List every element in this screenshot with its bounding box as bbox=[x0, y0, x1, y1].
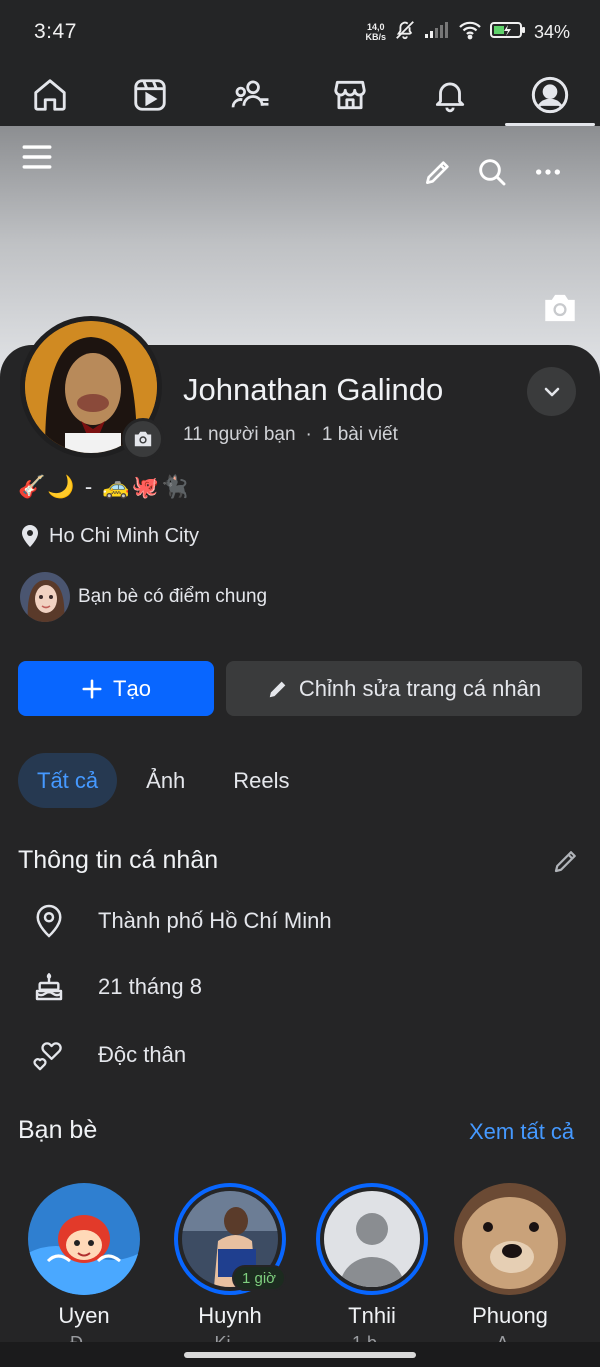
signal-icon bbox=[424, 21, 450, 44]
friend-card[interactable]: Tnhii 1 b... bbox=[316, 1183, 428, 1354]
create-button[interactable]: Tạo bbox=[18, 661, 214, 716]
plus-icon bbox=[82, 678, 102, 699]
about-row-location: Thành phố Hồ Chí Minh bbox=[30, 903, 332, 939]
tab-photos[interactable]: Ảnh bbox=[127, 753, 204, 808]
reels-icon bbox=[134, 79, 166, 111]
marketplace-icon bbox=[334, 80, 366, 110]
about-section-title: Thông tin cá nhân bbox=[18, 846, 219, 874]
create-button-label: Tạo bbox=[113, 675, 151, 701]
notifications-icon bbox=[435, 82, 465, 113]
hearts-icon bbox=[30, 1038, 68, 1072]
battery-icon bbox=[489, 21, 526, 44]
profile-stats: 11 người bạn · 1 bài viết bbox=[183, 424, 398, 446]
friend-avatar bbox=[28, 1183, 140, 1295]
more-options-icon[interactable] bbox=[532, 156, 564, 193]
tab-profile[interactable] bbox=[500, 64, 600, 126]
tab-home[interactable] bbox=[0, 64, 100, 126]
tab-friends[interactable] bbox=[200, 64, 300, 126]
profile-bio: 🎸🌙 - 🚕🐙🐈‍⬛ bbox=[18, 474, 191, 499]
location-row: Ho Chi Minh City bbox=[20, 524, 199, 548]
status-time: 3:47 bbox=[34, 20, 77, 43]
home-icon bbox=[34, 79, 66, 111]
posts-count[interactable]: 1 bài viết bbox=[322, 424, 398, 446]
wifi-icon bbox=[458, 20, 482, 45]
about-relationship-text: Độc thân bbox=[98, 1042, 187, 1067]
tab-notifications[interactable] bbox=[400, 64, 500, 126]
about-birthday-text: 21 tháng 8 bbox=[98, 974, 202, 999]
network-speed-value: 14,0 bbox=[366, 22, 385, 32]
stats-separator: · bbox=[305, 424, 312, 445]
search-icon[interactable] bbox=[476, 156, 508, 193]
friends-icon bbox=[231, 80, 269, 108]
status-icons: 14,0 KB/s 34% bbox=[365, 19, 570, 46]
friends-count[interactable]: 11 người bạn bbox=[183, 424, 296, 446]
friend-name: Huynh bbox=[198, 1303, 262, 1328]
pencil-icon bbox=[269, 681, 286, 697]
profile-name: Johnathan Galindo bbox=[183, 372, 444, 407]
mutual-friends-label: Bạn bè có điểm chung bbox=[78, 586, 268, 607]
chevron-down-icon bbox=[544, 387, 559, 396]
pencil-icon[interactable] bbox=[422, 156, 454, 193]
tab-reels-content[interactable]: Reels bbox=[214, 753, 308, 808]
camera-icon bbox=[134, 431, 152, 447]
about-location-text: Thành phố Hồ Chí Minh bbox=[98, 908, 332, 933]
friend-name: Phuong bbox=[472, 1303, 548, 1328]
friend-card[interactable]: Uyen Đ... bbox=[28, 1183, 140, 1354]
avatar-camera-button[interactable] bbox=[122, 418, 164, 460]
about-row-relationship: Độc thân bbox=[30, 1038, 186, 1072]
tab-reels[interactable] bbox=[100, 64, 200, 126]
menu-icon[interactable] bbox=[20, 140, 54, 179]
friend-card[interactable]: Phuong A... bbox=[454, 1183, 566, 1354]
edit-profile-label: Chỉnh sửa trang cá nhân bbox=[298, 675, 542, 701]
top-nav bbox=[0, 64, 600, 126]
friends-section-title: Bạn bè bbox=[18, 1116, 98, 1144]
default-avatar-icon bbox=[324, 1191, 420, 1287]
mutual-friends-row[interactable]: Bạn bè có điểm chung bbox=[20, 572, 267, 622]
friend-name: Uyen bbox=[58, 1303, 110, 1328]
profile-icon bbox=[531, 76, 569, 114]
battery-percent: 34% bbox=[533, 21, 570, 42]
network-speed: 14,0 KB/s bbox=[365, 22, 386, 42]
tab-marketplace[interactable] bbox=[300, 64, 400, 126]
tab-all[interactable]: Tất cả bbox=[18, 753, 118, 808]
birthday-cake-icon bbox=[30, 971, 68, 1003]
friend-avatar bbox=[454, 1183, 566, 1295]
edit-profile-button[interactable]: Chỉnh sửa trang cá nhân bbox=[226, 661, 582, 716]
see-all-friends-link[interactable]: Xem tất cả bbox=[469, 1119, 574, 1145]
active-time-badge: 1 giờ bbox=[232, 1265, 287, 1291]
network-speed-unit: KB/s bbox=[365, 32, 386, 42]
location-text: Ho Chi Minh City bbox=[49, 524, 200, 547]
content-tabs: Tất cả Ảnh Reels bbox=[18, 753, 309, 808]
gesture-handle[interactable] bbox=[184, 1352, 416, 1358]
friend-avatar bbox=[316, 1183, 428, 1295]
friend-name: Tnhii bbox=[348, 1303, 396, 1328]
about-edit-icon[interactable] bbox=[551, 846, 581, 881]
location-pin-icon bbox=[22, 525, 38, 547]
mutual-friend-avatar bbox=[20, 572, 70, 622]
expand-profile-button[interactable] bbox=[527, 367, 576, 416]
location-pin-icon bbox=[30, 903, 68, 939]
about-row-birthday: 21 tháng 8 bbox=[30, 971, 202, 1003]
cover-camera-icon[interactable] bbox=[540, 290, 580, 331]
status-bar: 3:47 14,0 KB/s 34% bbox=[0, 0, 600, 64]
mute-icon bbox=[394, 19, 416, 46]
